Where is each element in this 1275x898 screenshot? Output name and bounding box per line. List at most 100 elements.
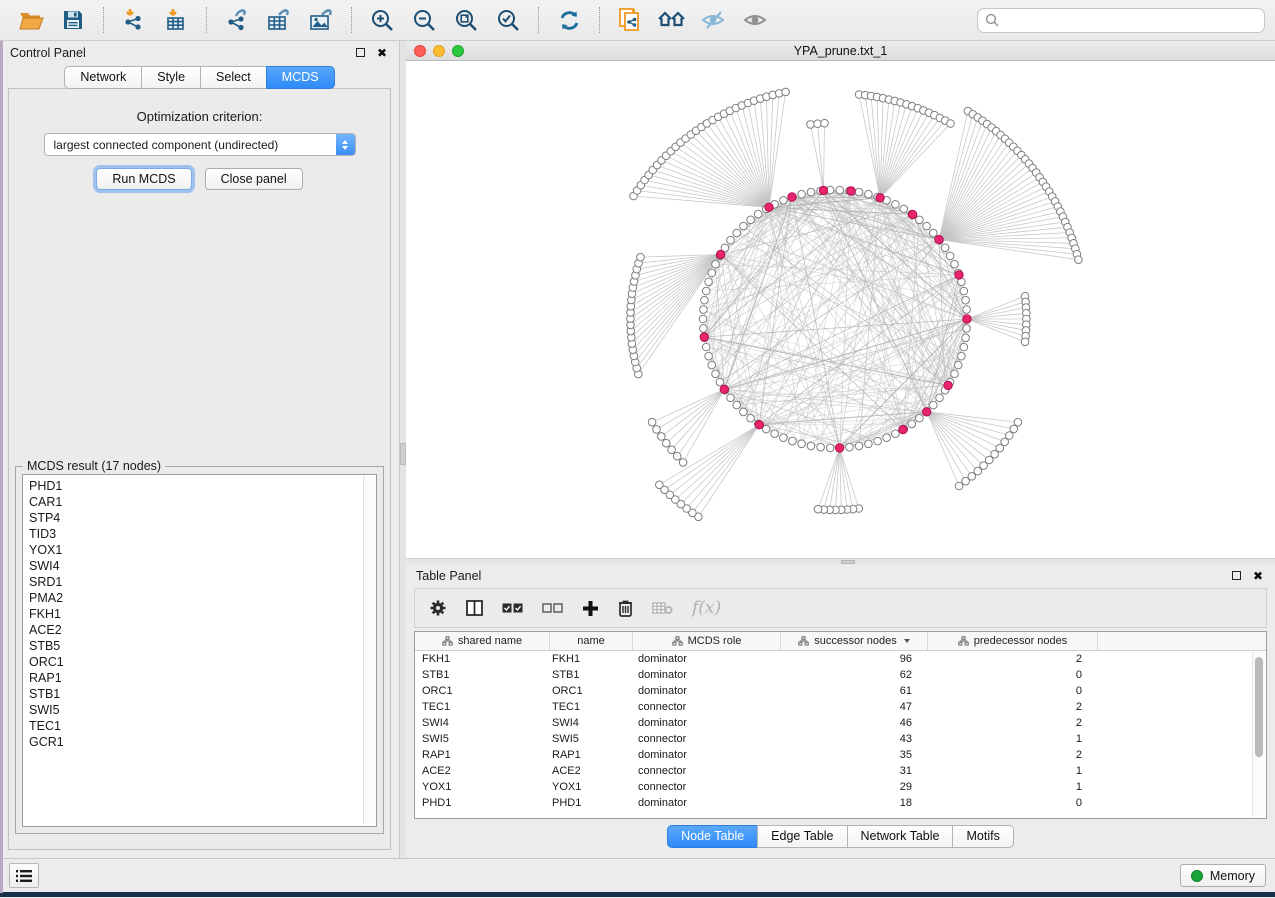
tab-edge-table[interactable]: Edge Table <box>757 825 847 848</box>
result-node-item[interactable]: PMA2 <box>29 590 376 606</box>
vertical-splitter[interactable] <box>400 41 406 858</box>
close-panel-button[interactable]: Close panel <box>205 168 303 190</box>
scrollbar-thumb[interactable] <box>1255 657 1263 757</box>
import-table-icon[interactable] <box>161 5 191 35</box>
memory-button[interactable]: Memory <box>1180 864 1266 887</box>
control-tabs: NetworkStyleSelectMCDS <box>0 66 399 89</box>
column-header-shared-name[interactable]: shared name <box>415 632 550 650</box>
float-panel-icon[interactable] <box>1229 569 1243 583</box>
zoom-out-icon[interactable] <box>409 5 439 35</box>
result-node-item[interactable]: STB1 <box>29 686 376 702</box>
result-node-item[interactable]: PHD1 <box>29 478 376 494</box>
network-graph[interactable] <box>406 61 1272 558</box>
column-header-successor-nodes[interactable]: successor nodes <box>781 632 928 650</box>
zoom-in-icon[interactable] <box>367 5 397 35</box>
table-row[interactable]: PHD1PHD1dominator180 <box>415 795 1266 811</box>
result-node-item[interactable]: FKH1 <box>29 606 376 622</box>
zoom-fit-icon[interactable] <box>451 5 481 35</box>
float-panel-icon[interactable] <box>353 46 367 60</box>
run-mcds-button[interactable]: Run MCDS <box>96 168 191 190</box>
tab-network-table[interactable]: Network Table <box>847 825 954 848</box>
cell-successor-nodes: 29 <box>781 781 928 793</box>
splitter-grip[interactable] <box>841 560 855 564</box>
open-file-icon[interactable] <box>16 5 46 35</box>
table-row[interactable]: ORC1ORC1dominator610 <box>415 683 1266 699</box>
settings-gear-icon[interactable] <box>429 596 447 620</box>
select-all-icon[interactable] <box>502 596 523 620</box>
cell-mcds-role: connector <box>633 765 781 777</box>
splitter-grip[interactable] <box>400 443 406 465</box>
tab-motifs[interactable]: Motifs <box>952 825 1013 848</box>
task-history-button[interactable] <box>9 863 39 888</box>
first-neighbors-icon[interactable] <box>657 5 687 35</box>
result-node-item[interactable]: CAR1 <box>29 494 376 510</box>
result-node-item[interactable]: STP4 <box>29 510 376 526</box>
result-node-item[interactable]: STB5 <box>29 638 376 654</box>
result-node-item[interactable]: ACE2 <box>29 622 376 638</box>
table-row[interactable]: RAP1RAP1dominator352 <box>415 747 1266 763</box>
close-panel-icon[interactable]: ✖ <box>375 46 389 60</box>
table-row[interactable]: TEC1TEC1connector472 <box>415 699 1266 715</box>
close-panel-icon[interactable]: ✖ <box>1251 569 1265 583</box>
show-columns-icon[interactable] <box>466 596 483 620</box>
deselect-all-icon[interactable] <box>542 596 563 620</box>
cell-shared-name: SWI5 <box>415 733 550 745</box>
network-view[interactable] <box>406 61 1275 558</box>
table-row[interactable]: YOX1YOX1connector291 <box>415 779 1266 795</box>
result-node-item[interactable]: YOX1 <box>29 542 376 558</box>
table-row[interactable]: FKH1FKH1dominator962 <box>415 651 1266 667</box>
cell-predecessor-nodes: 0 <box>928 797 1098 809</box>
horizontal-splitter[interactable] <box>406 558 1275 564</box>
result-node-item[interactable]: SRD1 <box>29 574 376 590</box>
show-all-eye-icon[interactable] <box>741 5 771 35</box>
cell-successor-nodes: 62 <box>781 669 928 681</box>
network-window-title: YPA_prune.txt_1 <box>406 44 1275 58</box>
result-node-item[interactable]: RAP1 <box>29 670 376 686</box>
tab-mcds[interactable]: MCDS <box>266 66 335 89</box>
search-box[interactable] <box>977 8 1265 33</box>
search-input[interactable] <box>999 13 1257 27</box>
sort-indicator-icon <box>904 639 910 643</box>
duplicate-network-icon[interactable] <box>615 5 645 35</box>
table-row[interactable]: SWI4SWI4dominator462 <box>415 715 1266 731</box>
tab-select[interactable]: Select <box>200 66 267 89</box>
refresh-layout-icon[interactable] <box>554 5 584 35</box>
column-header-mcds-role[interactable]: MCDS role <box>633 632 781 650</box>
export-image-icon[interactable] <box>306 5 336 35</box>
cell-shared-name: YOX1 <box>415 781 550 793</box>
toolbar-separator <box>538 7 539 33</box>
toolbar-separator <box>351 7 352 33</box>
mcds-result-title: MCDS result (17 nodes) <box>23 459 165 473</box>
column-header-name[interactable]: name <box>550 632 633 650</box>
result-node-item[interactable]: ORC1 <box>29 654 376 670</box>
result-node-item[interactable]: GCR1 <box>29 734 376 750</box>
save-session-icon[interactable] <box>58 5 88 35</box>
column-header-predecessor-nodes[interactable]: predecessor nodes <box>928 632 1098 650</box>
tab-network[interactable]: Network <box>64 66 142 89</box>
table-panel-title: Table Panel <box>416 569 1221 583</box>
optimization-select[interactable]: largest connected component (undirected) <box>44 133 356 156</box>
zoom-selected-icon[interactable] <box>493 5 523 35</box>
import-network-icon[interactable] <box>119 5 149 35</box>
table-row[interactable]: SWI5SWI5connector431 <box>415 731 1266 747</box>
tab-style[interactable]: Style <box>141 66 201 89</box>
add-row-icon[interactable] <box>582 596 599 620</box>
cell-mcds-role: connector <box>633 733 781 745</box>
tab-node-table[interactable]: Node Table <box>667 825 758 848</box>
delete-row-icon[interactable] <box>618 596 633 620</box>
result-node-item[interactable]: TEC1 <box>29 718 376 734</box>
result-node-item[interactable]: SWI5 <box>29 702 376 718</box>
table-row[interactable]: ACE2ACE2connector311 <box>415 763 1266 779</box>
result-node-item[interactable]: SWI4 <box>29 558 376 574</box>
list-scrollbar[interactable] <box>363 476 375 825</box>
cell-mcds-role: connector <box>633 781 781 793</box>
mcds-result-list[interactable]: PHD1CAR1STP4TID3YOX1SWI4SRD1PMA2FKH1ACE2… <box>22 474 377 827</box>
result-node-item[interactable]: TID3 <box>29 526 376 542</box>
export-network-icon[interactable] <box>222 5 252 35</box>
cell-predecessor-nodes: 0 <box>928 669 1098 681</box>
export-table-icon[interactable] <box>264 5 294 35</box>
table-row[interactable]: STB1STB1dominator620 <box>415 667 1266 683</box>
hide-selected-eye-icon[interactable] <box>699 5 729 35</box>
cell-predecessor-nodes: 1 <box>928 781 1098 793</box>
table-scrollbar[interactable] <box>1252 652 1265 817</box>
